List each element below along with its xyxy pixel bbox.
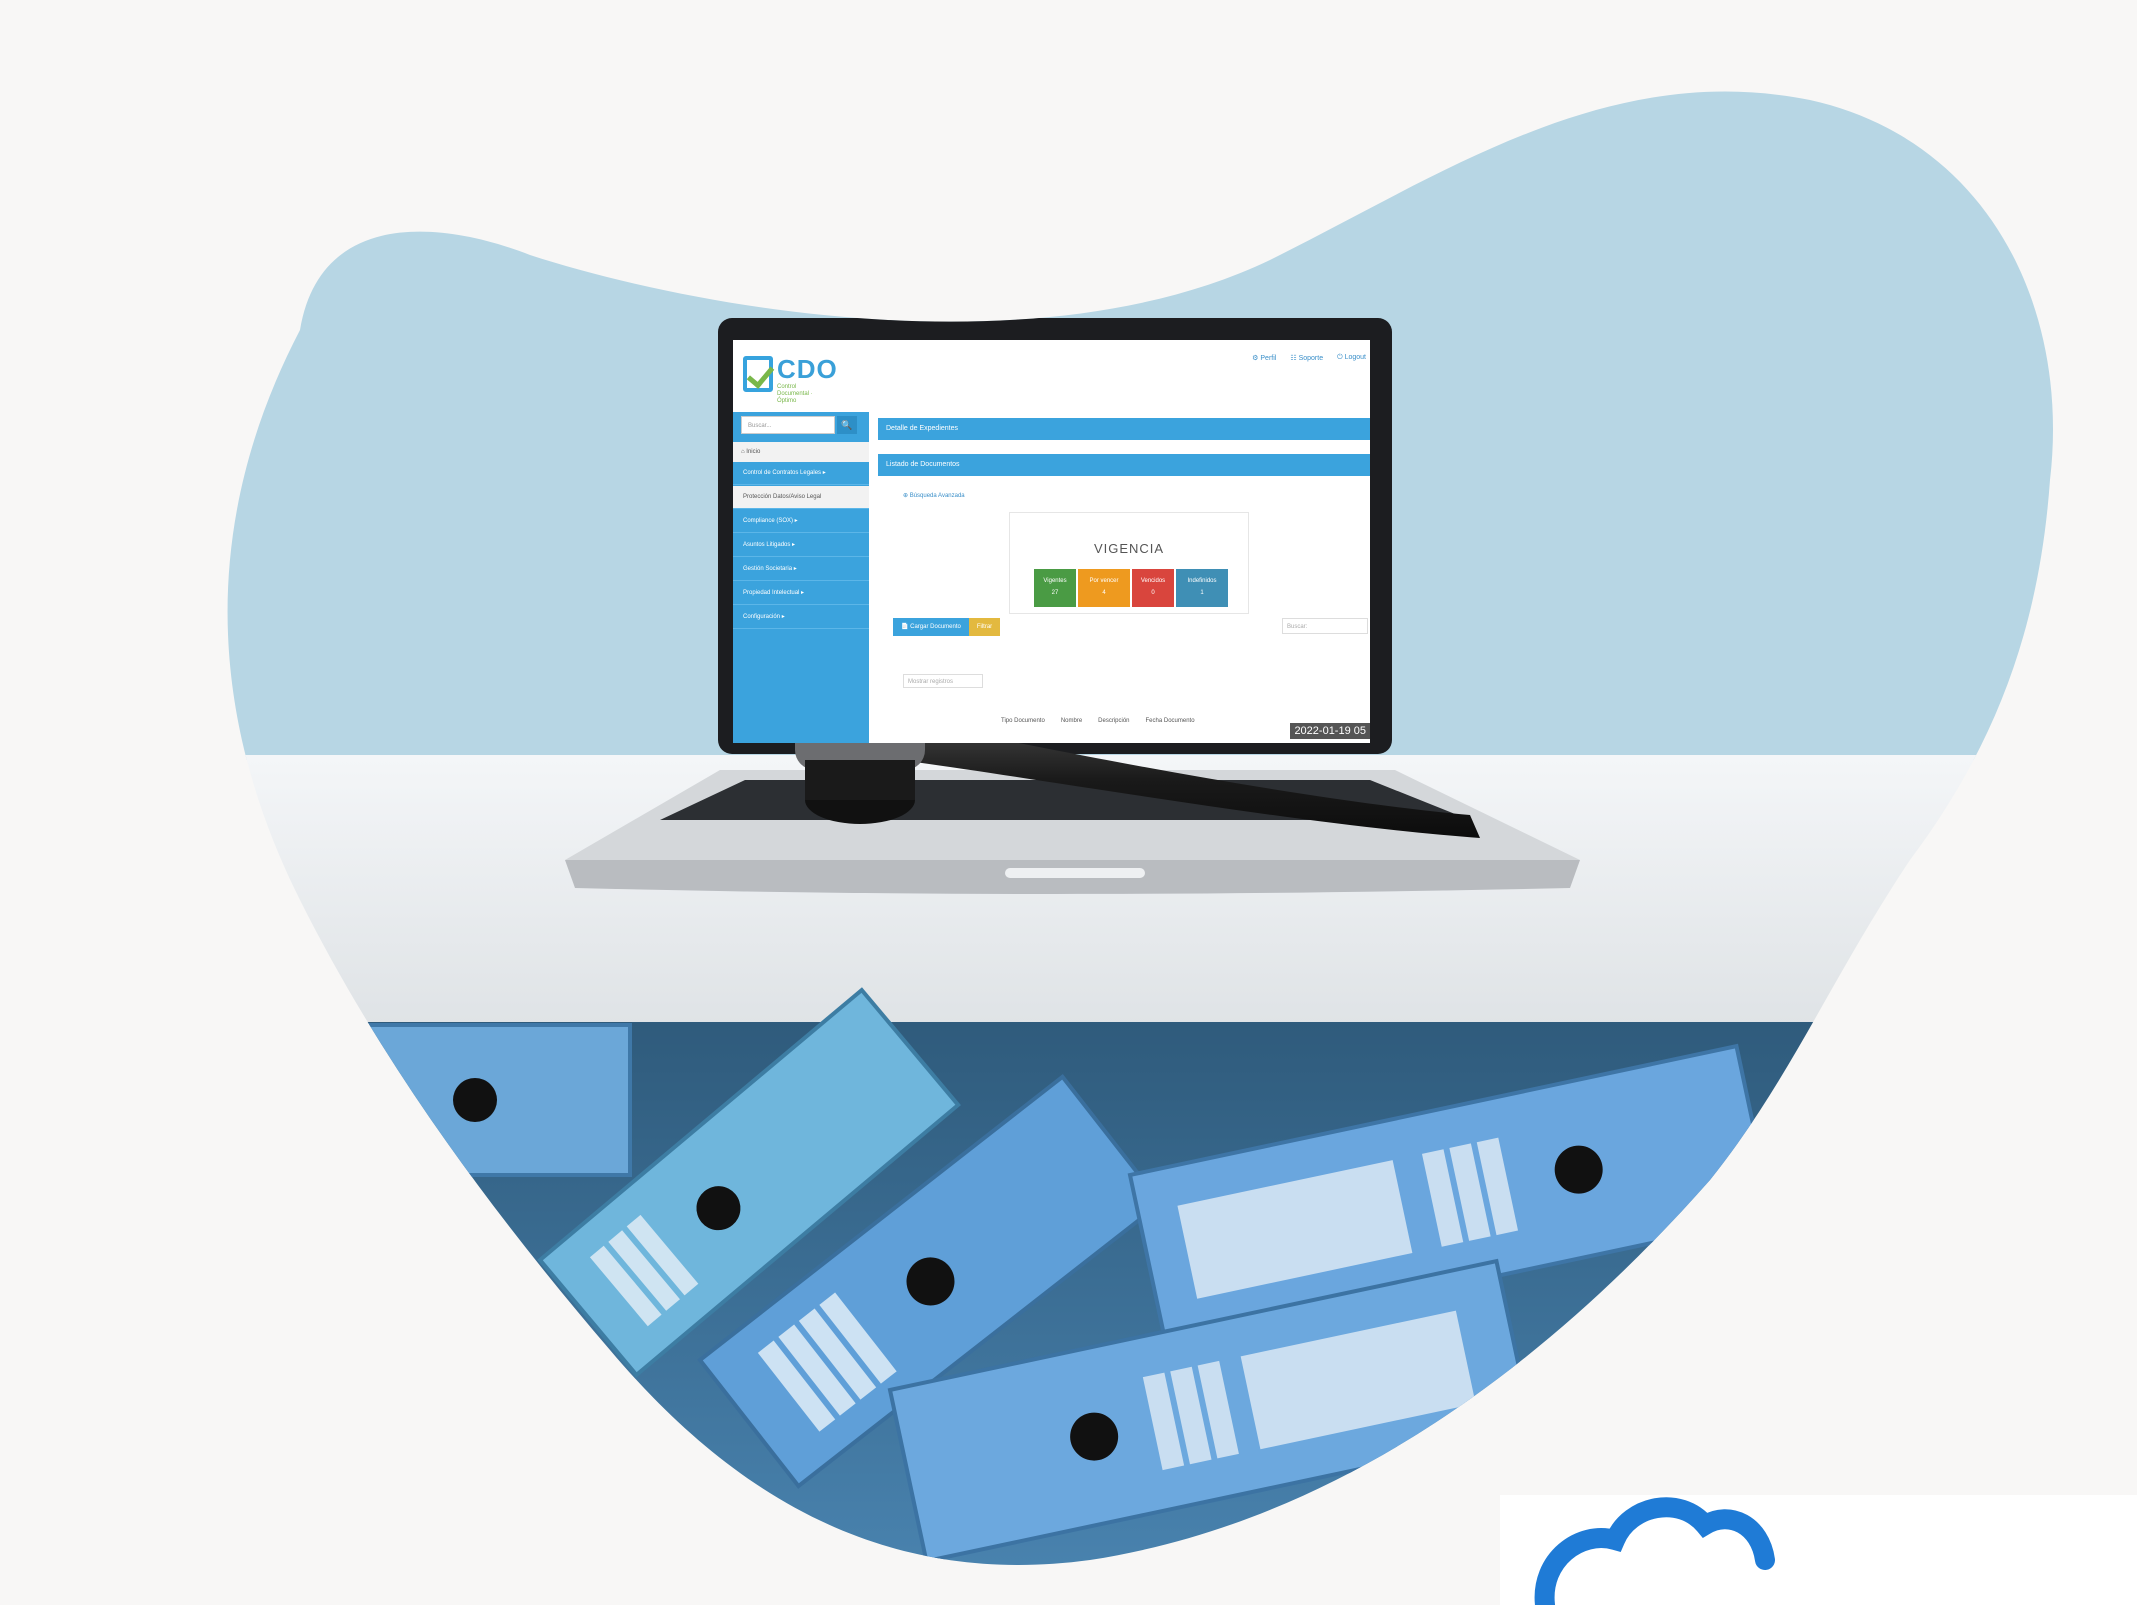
status-count: 27 — [1051, 590, 1059, 596]
status-label: Por vencer — [1089, 578, 1119, 584]
nav-logout[interactable]: ⏻ Logout — [1337, 354, 1366, 362]
status-indefinidos-button[interactable]: Indefinidos 1 — [1176, 569, 1228, 607]
nav-profile[interactable]: ⚙ Perfil — [1252, 354, 1276, 362]
vigencia-widget: VIGENCIA Vigentes 27 Por vencer 4 Vencid… — [1009, 512, 1249, 614]
logo-text: CDO — [777, 354, 838, 384]
sidebar-item-contracts[interactable]: Control de Contratos Legales ▸ — [733, 462, 869, 485]
status-count: 4 — [1102, 590, 1106, 596]
sidebar-item-litigation[interactable]: Asuntos Litigados ▸ — [733, 534, 869, 557]
status-vigentes-button[interactable]: Vigentes 27 — [1034, 569, 1076, 607]
panel-header-expedientes: Detalle de Expedientes — [878, 418, 1370, 440]
app-logo: CDO Control Documental · Óptimo — [741, 352, 837, 406]
date-stamp: 2022-01-19 05 — [1290, 723, 1370, 739]
status-count: 1 — [1200, 590, 1204, 596]
upload-document-button[interactable]: 📄 Cargar Documento — [893, 618, 969, 636]
sidebar: Buscar... 🔍 ⌂ Inicio Control de Contrato… — [733, 412, 869, 743]
illustration-scene — [227, 91, 2137, 1605]
panel-header-documentos: Listado de Documentos — [878, 454, 1370, 476]
binder — [328, 1023, 632, 1177]
filter-button[interactable]: Filtrar — [968, 618, 1001, 636]
status-label: Vencidos — [1140, 578, 1166, 584]
status-label: Vigentes — [1043, 578, 1067, 584]
document-tabs: 📄 Cargar Documento Filtrar — [893, 618, 1001, 636]
search-icon[interactable]: 🔍 — [837, 416, 857, 434]
status-label: Indefinidos — [1187, 578, 1217, 584]
column-header[interactable]: Tipo Documento — [1001, 718, 1045, 724]
top-nav: ⚙ Perfil ☷ Soporte ⏻ Logout — [1252, 354, 1366, 362]
laptop-notch — [1005, 868, 1145, 878]
sidebar-item-compliance[interactable]: Compliance (SOX) ▸ — [733, 510, 869, 533]
column-header[interactable]: Fecha Documento — [1146, 718, 1195, 724]
table-search-input[interactable]: Buscar: — [1282, 618, 1368, 634]
advanced-search-link[interactable]: ⊕ Búsqueda Avanzada — [903, 492, 965, 499]
vigencia-title: VIGENCIA — [1093, 541, 1165, 556]
checkbox-logo-icon — [743, 356, 773, 392]
sidebar-item-home[interactable]: ⌂ Inicio — [733, 442, 869, 462]
sidebar-item-settings[interactable]: Configuración ▸ — [733, 606, 869, 629]
sidebar-item-corporate[interactable]: Gestión Societaria ▸ — [733, 558, 869, 581]
status-por-vencer-button[interactable]: Por vencer 4 — [1078, 569, 1130, 607]
column-header[interactable]: Descripción — [1098, 718, 1129, 724]
laptop-screen-ui: CDO Control Documental · Óptimo ⚙ Perfil… — [733, 340, 1370, 743]
cloud-icon — [1500, 1495, 2137, 1605]
sidebar-item-privacy[interactable]: Protección Datos/Aviso Legal — [733, 486, 869, 509]
logo-subtitle: Control Documental · Óptimo — [777, 384, 813, 404]
nav-support[interactable]: ☷ Soporte — [1290, 354, 1323, 362]
column-header[interactable]: Nombre — [1061, 718, 1082, 724]
status-vencidos-button[interactable]: Vencidos 0 — [1132, 569, 1174, 607]
sidebar-item-ip[interactable]: Propiedad Intelectual ▸ — [733, 582, 869, 605]
blob-shape — [227, 91, 2053, 1565]
records-select[interactable]: Mostrar registros — [903, 674, 983, 688]
sidebar-search-input[interactable]: Buscar... — [741, 416, 835, 434]
status-count: 0 — [1151, 590, 1155, 596]
